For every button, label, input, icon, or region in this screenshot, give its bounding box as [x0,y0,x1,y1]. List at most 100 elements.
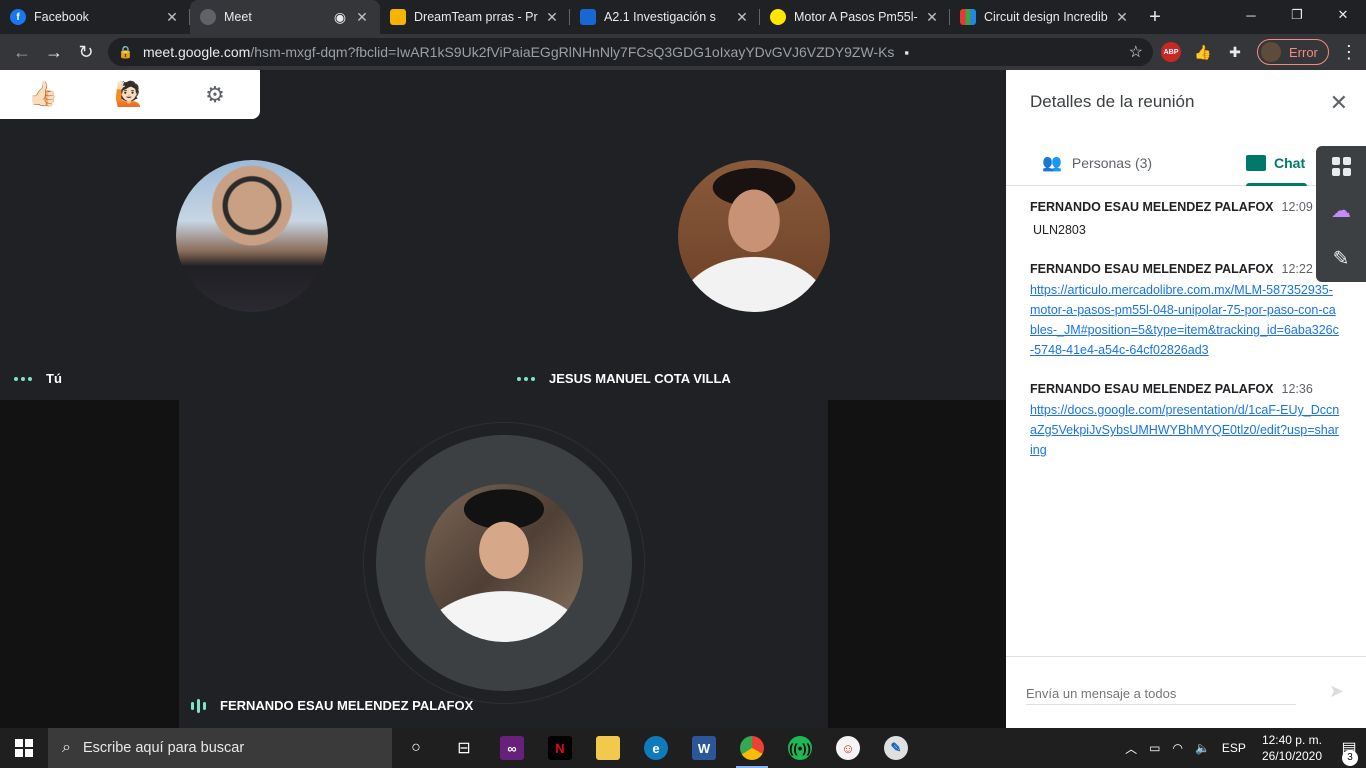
browser-menu-icon[interactable]: ⋮ [1335,42,1363,63]
file-explorer-icon[interactable] [584,728,632,768]
participant-name-fernando: FERNANDO ESAU MELENDEZ PALAFOX [191,698,473,713]
message-sender: FERNANDO ESAU MELENDEZ PALAFOX [1030,200,1274,214]
close-icon[interactable]: ✕ [1114,9,1130,26]
system-tray: ︿ ▭ ◠ 🔈 ESP 12:40 p. m. 26/10/2020 ▤ 3 [1119,728,1366,768]
participant-tile-jesus: JESUS MANUEL COTA VILLA [503,119,1006,400]
slides-icon [390,9,406,25]
tab-title: A2.1 Investigación s [604,10,716,24]
tab-chat[interactable]: Chat [1246,140,1308,186]
send-icon[interactable]: ➤ [1329,681,1344,702]
wifi-icon[interactable]: ◠ [1172,741,1182,755]
task-view-icon[interactable]: ⊟ [440,728,488,768]
message-link[interactable]: https://docs.google.com/presentation/d/1… [1030,400,1340,460]
back-button[interactable]: ← [6,36,38,68]
floating-side-toolbar: ☁ ✎ [1316,146,1366,282]
close-icon[interactable]: ✕ [164,9,180,26]
participant-name-jesus: JESUS MANUEL COTA VILLA [517,371,731,386]
chevron-up-icon[interactable]: ︿ [1125,740,1137,757]
gear-icon[interactable]: ⚙ [172,70,258,119]
netflix-icon[interactable]: N [536,728,584,768]
tab-people[interactable]: 👥 Personas (3) [1042,140,1152,186]
tab-facebook[interactable]: f Facebook ✕ [0,0,190,34]
forward-button[interactable]: → [38,36,70,68]
globe-icon [200,9,216,25]
chat-input[interactable] [1026,683,1296,705]
taskbar-search[interactable]: ⌕ Escribe aquí para buscar [48,728,392,768]
clock-time: 12:40 p. m. [1261,733,1322,747]
apps-grid-icon[interactable] [1331,157,1351,177]
close-window-button[interactable]: ✕ [1320,0,1366,30]
notifications-button[interactable]: ▤ 3 [1332,738,1366,766]
highlighter-icon[interactable]: ✎ [1333,246,1350,271]
clock[interactable]: 12:40 p. m. 26/10/2020 [1262,732,1322,764]
avatar [678,160,830,312]
new-tab-button[interactable]: + [1140,0,1170,34]
restore-button[interactable]: ❐ [1274,0,1320,30]
thumbs-up-extension[interactable]: 👍 [1189,38,1217,66]
battery-icon[interactable]: ▭ [1149,741,1160,755]
address-bar[interactable]: 🔒 meet.google.com /hsm-mxgf-dqm?fbclid=I… [108,38,1153,66]
cortana-icon[interactable]: ○ [392,728,440,768]
tab-motor-a-pasos[interactable]: Motor A Pasos Pm55l-0 ✕ [760,0,950,34]
raise-hand-reaction-icon[interactable]: 🙋🏻 [86,70,172,119]
thumbs-up-reaction-icon[interactable]: 👍🏻 [0,70,86,119]
tab-title: DreamTeam prras - Pres [414,10,538,24]
participant-name: FERNANDO ESAU MELENDEZ PALAFOX [220,698,474,713]
app-mascot-icon[interactable]: ☺ [824,728,872,768]
chat-icon [1246,155,1266,171]
message-header: FERNANDO ESAU MELENDEZ PALAFOX 12:22 [1030,262,1340,276]
search-placeholder: Escribe aquí para buscar [82,740,245,756]
more-options-icon[interactable] [517,376,535,381]
extensions-puzzle-icon[interactable]: ✚ [1221,38,1249,66]
facebook-icon: f [10,9,26,25]
profile-button[interactable]: Error [1257,39,1329,65]
audio-level-icon [191,698,206,713]
close-panel-button[interactable]: ✕ [1330,90,1348,116]
lock-icon: 🔒 [118,45,133,59]
windows-icon [15,739,33,757]
spotify-like-icon[interactable]: ((•)) [776,728,824,768]
volume-icon[interactable]: 🔈 [1195,741,1210,755]
chat-message: FERNANDO ESAU MELENDEZ PALAFOX 12:36 http… [1030,382,1340,460]
message-header: FERNANDO ESAU MELENDEZ PALAFOX 12:36 [1030,382,1340,396]
reload-button[interactable]: ↻ [70,36,102,68]
search-icon: ⌕ [62,739,71,756]
participant-tile-self: Tú [0,119,503,400]
tab-dreamteam-slides[interactable]: DreamTeam prras - Pres ✕ [380,0,570,34]
chat-messages: FERNANDO ESAU MELENDEZ PALAFOX 12:09 ULN2… [1030,200,1340,482]
tab-meet[interactable]: Meet ◉ ✕ [190,0,380,34]
tab-a21-investigacion[interactable]: A2.1 Investigación s ✕ [570,0,760,34]
meeting-stage: 👍🏻 🙋🏻 ⚙ Tú JESUS MANUEL COTA VILLA FERNA… [0,70,1006,728]
camera-blocked-icon[interactable]: ▪ [904,45,909,60]
paint-icon[interactable]: ✎ [872,728,920,768]
start-button[interactable] [0,728,48,768]
panel-title: Detalles de la reunión [1030,92,1195,111]
recording-icon: ◉ [333,8,347,25]
adblock-icon: ABP [1161,42,1181,62]
visual-studio-icon[interactable]: ∞ [488,728,536,768]
language-indicator[interactable]: ESP [1222,741,1246,755]
more-options-icon[interactable] [14,376,32,381]
close-icon[interactable]: ✕ [544,9,560,26]
word-icon[interactable]: W [680,728,728,768]
chat-message: FERNANDO ESAU MELENDEZ PALAFOX 12:22 http… [1030,262,1340,360]
weather-icon[interactable]: ☁ [1331,198,1351,223]
close-icon[interactable]: ✕ [354,9,370,26]
chrome-icon[interactable] [728,728,776,768]
profile-label: Error [1289,44,1318,60]
tab-circuit-design[interactable]: Circuit design Incredible ✕ [950,0,1140,34]
minimize-button[interactable]: ─ [1228,0,1274,30]
close-icon[interactable]: ✕ [924,9,940,26]
empty-tile-right [828,400,1006,728]
message-sender: FERNANDO ESAU MELENDEZ PALAFOX [1030,382,1274,396]
tinkercad-icon [960,9,976,25]
message-text: ULN2803 [1033,223,1086,237]
message-link[interactable]: https://articulo.mercadolibre.com.mx/MLM… [1030,280,1340,360]
chat-composer: ➤ [1006,656,1366,728]
classroom-icon [580,9,596,25]
edge-icon[interactable]: e [632,728,680,768]
bookmark-star-icon[interactable]: ☆ [1119,42,1143,62]
adblock-plus-extension[interactable]: ABP [1157,38,1185,66]
message-sender: FERNANDO ESAU MELENDEZ PALAFOX [1030,262,1274,276]
close-icon[interactable]: ✕ [734,9,750,26]
